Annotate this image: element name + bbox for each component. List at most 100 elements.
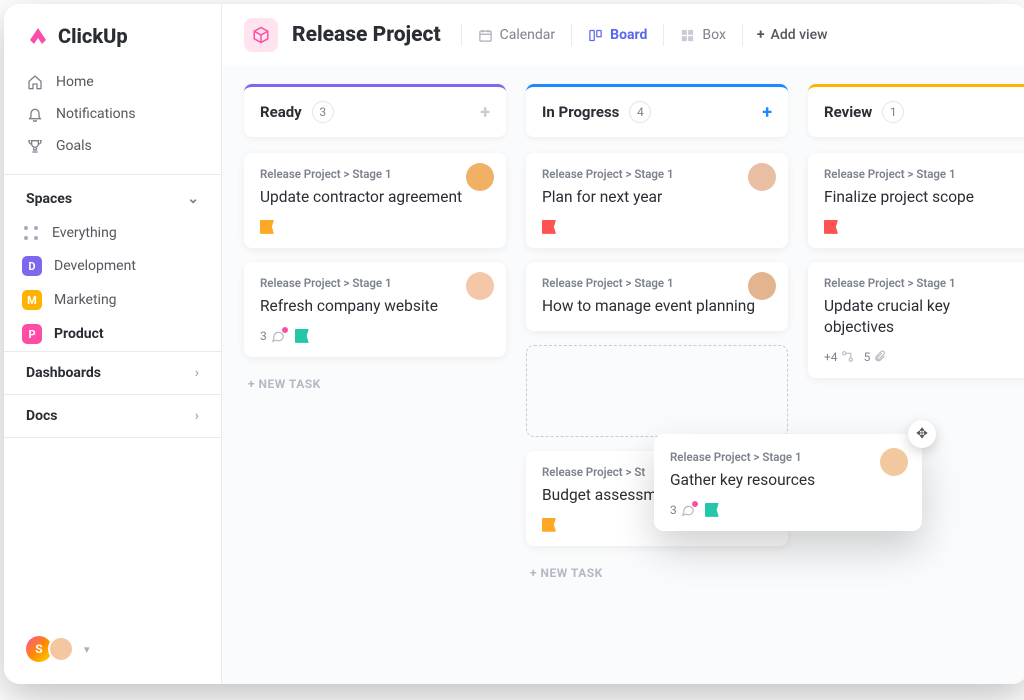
column-count: 3: [312, 101, 334, 123]
separator: [742, 24, 743, 46]
dragging-card[interactable]: ✥ Release Project > Stage 1 Gather key r…: [654, 434, 922, 531]
card-title: How to manage event planning: [542, 296, 772, 317]
project-icon: [244, 18, 278, 52]
card-title: Update contractor agreement: [260, 187, 490, 208]
card-title: Gather key resources: [670, 470, 906, 491]
task-card[interactable]: Release Project > Stage 1 Finalize proje…: [808, 153, 1024, 248]
column-header-in-progress[interactable]: In Progress 4 +: [526, 84, 788, 137]
card-breadcrumb: Release Project > Stage 1: [260, 167, 490, 181]
main-area: Release Project Calendar Board Box + Add…: [222, 4, 1024, 684]
brand-name: ClickUp: [58, 24, 128, 48]
brand-logo[interactable]: ClickUp: [4, 4, 221, 66]
caret-down-icon: ▾: [84, 643, 90, 656]
new-task-button[interactable]: + NEW TASK: [244, 371, 506, 397]
user-menu[interactable]: S ▾: [4, 622, 221, 684]
card-breadcrumb: Release Project > Stage 1: [542, 276, 772, 290]
calendar-icon: [478, 28, 493, 43]
view-calendar[interactable]: Calendar: [476, 23, 558, 47]
topbar: Release Project Calendar Board Box + Add…: [222, 4, 1024, 66]
space-development[interactable]: D Development: [4, 249, 221, 283]
priority-flag-icon: [824, 220, 838, 234]
separator: [571, 24, 572, 46]
chat-icon: [271, 329, 285, 343]
plus-icon: +: [757, 27, 765, 43]
card-title: Finalize project scope: [824, 187, 1022, 208]
column-count: 1: [882, 101, 904, 123]
nav-goals[interactable]: Goals: [18, 130, 207, 162]
space-badge-p: P: [22, 324, 42, 344]
space-product[interactable]: P Product: [4, 317, 221, 351]
trophy-icon: [26, 138, 44, 154]
spaces-heading[interactable]: Spaces ⌄: [4, 187, 221, 217]
box-icon: [680, 28, 695, 43]
assignee-avatar[interactable]: [748, 163, 776, 191]
view-board[interactable]: Board: [586, 23, 649, 47]
task-card[interactable]: Release Project > Stage 1 How to manage …: [526, 262, 788, 331]
attachment-count[interactable]: 5: [864, 350, 887, 364]
add-card-button[interactable]: +: [480, 102, 490, 123]
comment-count[interactable]: 3: [260, 329, 285, 343]
priority-flag-icon: [260, 220, 274, 234]
card-breadcrumb: Release Project > Stage 1: [260, 276, 490, 290]
column-ready: Ready 3 + Release Project > Stage 1 Upda…: [244, 84, 506, 586]
card-breadcrumb: Release Project > Stage 1: [824, 167, 1022, 181]
nav-goals-label: Goals: [56, 138, 92, 154]
comment-count[interactable]: 3: [670, 503, 695, 517]
space-everything[interactable]: Everything: [4, 217, 221, 249]
add-card-button[interactable]: +: [762, 102, 772, 123]
card-title: Refresh company website: [260, 296, 490, 317]
chevron-down-icon: ⌄: [187, 191, 199, 207]
add-view-button[interactable]: + Add view: [757, 27, 828, 43]
project-title: Release Project: [292, 23, 441, 47]
paperclip-icon: [873, 350, 886, 363]
assignee-avatar[interactable]: [466, 272, 494, 300]
space-badge-d: D: [22, 256, 42, 276]
user-avatar-2: [48, 636, 74, 662]
task-card[interactable]: Release Project > Stage 1 Refresh compan…: [244, 262, 506, 357]
task-card[interactable]: Release Project > Stage 1 Update crucial…: [808, 262, 1024, 378]
home-icon: [26, 74, 44, 90]
sidebar: ClickUp Home Notifications Goals Spaces …: [4, 4, 222, 684]
card-breadcrumb: Release Project > Stage 1: [824, 276, 1022, 290]
assignee-avatar[interactable]: [466, 163, 494, 191]
assignee-avatar[interactable]: [880, 448, 908, 476]
subtask-count[interactable]: +4: [824, 350, 854, 364]
drop-zone[interactable]: [526, 345, 788, 437]
bell-icon: [26, 106, 44, 122]
assignee-avatar[interactable]: [748, 272, 776, 300]
column-count: 4: [629, 101, 651, 123]
view-box[interactable]: Box: [678, 23, 728, 47]
nav-notifications-label: Notifications: [56, 106, 136, 122]
clickup-logo-icon: [26, 24, 50, 48]
space-badge-m: M: [22, 290, 42, 310]
task-card[interactable]: Release Project > Stage 1 Update contrac…: [244, 153, 506, 248]
priority-flag-icon: [542, 220, 556, 234]
chevron-right-icon: ›: [195, 365, 199, 381]
chat-icon: [681, 503, 695, 517]
chevron-right-icon: ›: [195, 408, 199, 424]
priority-flag-icon: [542, 518, 556, 532]
card-title: Update crucial key objectives: [824, 296, 1022, 338]
nav-home-label: Home: [56, 74, 94, 90]
priority-flag-icon: [295, 329, 309, 343]
card-breadcrumb: Release Project > Stage 1: [542, 167, 772, 181]
card-breadcrumb: Release Project > Stage 1: [670, 450, 906, 464]
nav-docs[interactable]: Docs ›: [4, 394, 221, 438]
separator: [663, 24, 664, 46]
column-header-review[interactable]: Review 1: [808, 84, 1024, 137]
nav-notifications[interactable]: Notifications: [18, 98, 207, 130]
separator: [461, 24, 462, 46]
nav-dashboards[interactable]: Dashboards ›: [4, 351, 221, 394]
task-card[interactable]: Release Project > Stage 1 Plan for next …: [526, 153, 788, 248]
priority-flag-icon: [705, 503, 719, 517]
column-header-ready[interactable]: Ready 3 +: [244, 84, 506, 137]
grid-dots-icon: [22, 224, 40, 242]
spaces-section: Spaces ⌄ Everything D Development M Mark…: [4, 174, 221, 351]
nav-home[interactable]: Home: [18, 66, 207, 98]
space-marketing[interactable]: M Marketing: [4, 283, 221, 317]
card-title: Plan for next year: [542, 187, 772, 208]
subtask-icon: [841, 350, 854, 363]
board-icon: [588, 28, 603, 43]
move-handle-icon[interactable]: ✥: [908, 420, 936, 448]
new-task-button[interactable]: + NEW TASK: [526, 560, 788, 586]
